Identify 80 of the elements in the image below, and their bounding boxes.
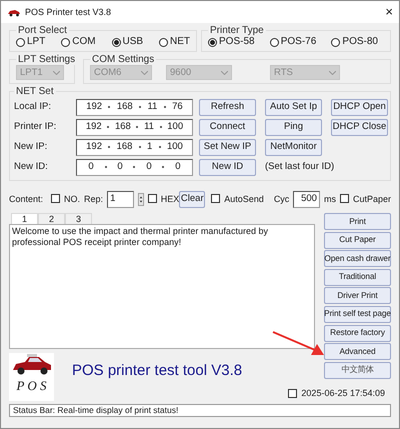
radio-button[interactable] <box>331 38 340 46</box>
caret-icon <box>141 70 148 74</box>
close-button[interactable]: × <box>385 4 393 20</box>
button[interactable]: Ping <box>265 118 322 136</box>
checkbox[interactable] <box>340 194 349 204</box>
button[interactable]: NetMonitor <box>265 138 322 156</box>
radio-label: POS-58 <box>219 36 255 48</box>
field-label: Content: <box>9 194 44 204</box>
radio-label: POS-76 <box>280 36 316 48</box>
unit-label: ms <box>324 194 336 204</box>
checkbox[interactable] <box>51 194 60 204</box>
radio-button[interactable] <box>270 38 279 46</box>
group-title: Port Select <box>17 25 68 36</box>
button[interactable]: Auto Set Ip <box>265 98 322 116</box>
group-title: NET Set <box>15 86 55 97</box>
radio-button[interactable] <box>208 38 217 46</box>
radio-label: NET <box>170 36 190 48</box>
button[interactable]: Cut Paper <box>324 232 391 249</box>
button[interactable]: Open cash drawer <box>324 250 391 268</box>
button[interactable]: New ID <box>199 158 256 176</box>
date-time: 2025-06-25 17:54:09 <box>301 388 385 399</box>
button[interactable]: Print self test page <box>324 306 391 323</box>
button[interactable]: 中文简体 <box>324 362 391 379</box>
radio-button[interactable] <box>158 38 168 46</box>
caret-icon <box>53 70 60 74</box>
field-label: New IP: <box>14 141 48 153</box>
ip-address-field[interactable]: 192 168 1 100 <box>76 138 193 156</box>
field-label: Printer IP: <box>14 121 58 133</box>
ip-address-field[interactable]: 192 168 11 100 <box>76 118 193 136</box>
group-title: Printer Type <box>209 25 265 36</box>
radio-label: USB <box>122 36 144 48</box>
group-title: COM Settings <box>91 54 156 65</box>
cycle-field[interactable]: 500 <box>293 190 320 208</box>
radio-button[interactable] <box>16 38 25 46</box>
app-title: POS printer test tool V3.8 <box>72 362 242 380</box>
note-text: (Set last four ID) <box>265 161 334 173</box>
checkbox-label: HEX <box>160 194 180 204</box>
field-label: Local IP: <box>14 101 52 113</box>
ip-address-field[interactable]: 192 168 11 76 <box>76 98 193 116</box>
radio-button[interactable] <box>112 38 120 46</box>
ip-address-field[interactable]: 0 0 0 0 <box>76 158 193 176</box>
button[interactable]: DHCP Close <box>331 118 388 136</box>
button[interactable]: Traditional <box>324 268 391 286</box>
field-label: Cyc <box>274 194 290 204</box>
tab[interactable]: 1 <box>11 213 38 224</box>
button[interactable]: DHCP Open <box>331 98 388 116</box>
spin-icon[interactable] <box>138 192 144 206</box>
pointer-arrow <box>271 330 326 357</box>
button[interactable]: Connect <box>199 118 256 136</box>
tab[interactable]: 2 <box>38 213 65 224</box>
field-label: Rep: <box>84 194 104 204</box>
checkbox[interactable] <box>148 194 157 204</box>
button[interactable]: Print <box>324 213 391 230</box>
tab[interactable]: 3 <box>65 213 92 224</box>
group-title: LPT Settings <box>17 54 76 65</box>
checkbox[interactable] <box>211 194 220 204</box>
radio-label: LPT <box>27 36 46 48</box>
car-drawing <box>10 353 52 377</box>
button[interactable]: Refresh <box>199 98 256 116</box>
repeat-field[interactable]: 1 <box>107 190 134 208</box>
checkbox-label: NO. <box>64 194 80 204</box>
checkbox-label: AutoSend <box>224 194 264 204</box>
clear-button[interactable]: Clear <box>179 190 206 208</box>
field-label: New ID: <box>14 161 49 173</box>
button[interactable]: Advanced <box>324 343 391 360</box>
caret-icon <box>329 70 336 74</box>
logo-text: P O S <box>16 377 47 395</box>
button[interactable]: Driver Print <box>324 287 391 304</box>
caret-icon <box>221 70 228 74</box>
car-icon <box>7 8 21 16</box>
radio-button[interactable] <box>61 38 70 46</box>
radio-label: COM <box>72 36 96 48</box>
status-bar: Status Bar: Real-time display of print status! <box>9 404 391 417</box>
button[interactable]: Restore factory <box>324 324 391 342</box>
button[interactable]: Set New IP <box>199 138 256 156</box>
checkbox[interactable] <box>288 388 298 398</box>
radio-label: POS-80 <box>342 36 378 48</box>
text-area[interactable]: Welcome to use the impact and thermal printer manufactured by professional POS receipt printer company! <box>9 224 315 349</box>
window-title: POS Printer test V3.8 <box>25 6 112 18</box>
checkbox-label: CutPaper <box>352 194 391 204</box>
